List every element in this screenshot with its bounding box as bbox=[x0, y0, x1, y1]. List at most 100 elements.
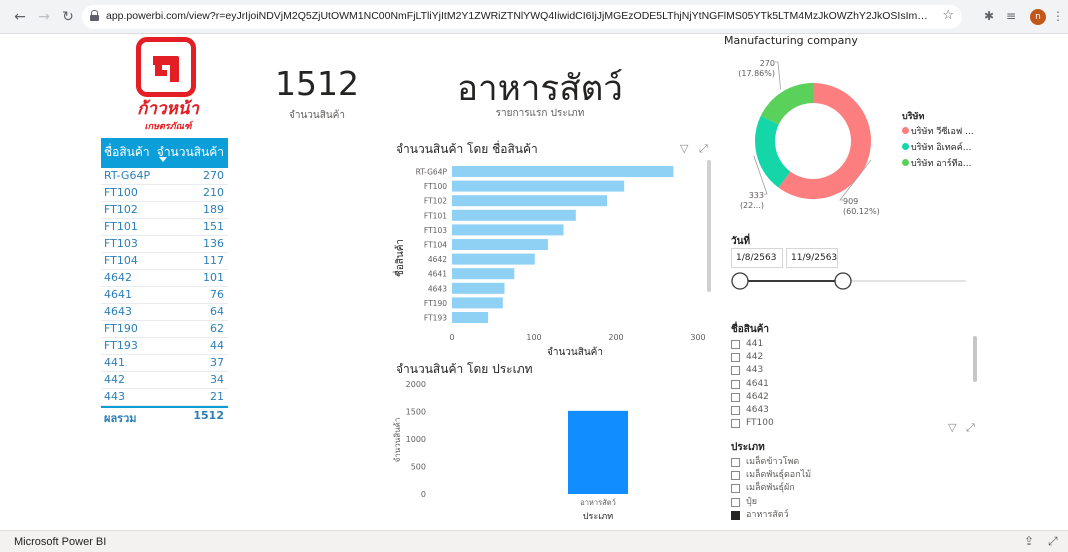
slice-percent-label: (17.86%) bbox=[738, 69, 775, 78]
checkbox[interactable] bbox=[731, 366, 740, 376]
bar[interactable] bbox=[452, 297, 503, 309]
slicer-item[interactable]: 443 bbox=[731, 364, 774, 377]
bar[interactable] bbox=[452, 239, 548, 250]
reading-list-icon[interactable]: ≡ bbox=[1006, 9, 1016, 23]
slicer-focus-icon[interactable]: ⤢ bbox=[966, 421, 975, 435]
slice-percent-label: (60.12%) bbox=[843, 207, 880, 216]
table-row[interactable]: RT-G64P 270 bbox=[101, 168, 228, 185]
table-row[interactable]: 4642 101 bbox=[101, 270, 228, 287]
legend-item[interactable]: บริษัท อิเทคค์... bbox=[902, 140, 971, 154]
bookmark-star-icon[interactable]: ☆ bbox=[942, 8, 954, 23]
checkbox[interactable] bbox=[731, 353, 740, 363]
legend-item[interactable]: บริษัท วีซีเอฟ ... bbox=[902, 124, 974, 138]
checkbox[interactable] bbox=[731, 471, 740, 481]
cell-count: 101 bbox=[203, 271, 224, 284]
column-header-product[interactable]: ชื่อสินค้า bbox=[104, 143, 150, 162]
reload-icon[interactable]: ↻ bbox=[60, 9, 76, 25]
checkbox[interactable] bbox=[731, 405, 740, 415]
table-row[interactable]: FT103 136 bbox=[101, 236, 228, 253]
slicer-item[interactable]: 442 bbox=[731, 351, 774, 364]
date-range-slider[interactable] bbox=[728, 270, 970, 292]
slicer-item-label: 442 bbox=[746, 352, 764, 363]
table-row[interactable]: FT100 210 bbox=[101, 185, 228, 202]
cell-product: RT-G64P bbox=[104, 169, 151, 182]
table-row[interactable]: FT193 44 bbox=[101, 338, 228, 355]
category-label: 4642 bbox=[428, 255, 447, 264]
table-row[interactable]: 4641 76 bbox=[101, 287, 228, 304]
checkbox[interactable] bbox=[731, 419, 740, 429]
checkbox[interactable] bbox=[731, 484, 740, 494]
legend-item[interactable]: บริษัท อาร์ทีอ... bbox=[902, 156, 972, 170]
slicer-item[interactable]: ปุ๋ย bbox=[731, 496, 811, 509]
bar-chart[interactable]: RT-G64P FT100 FT102 FT101 FT103 FT104 4642 4641… bbox=[390, 158, 720, 362]
logo-text-main: ก้าวหน้า bbox=[137, 99, 199, 119]
forward-arrow-icon[interactable]: → bbox=[36, 9, 52, 25]
fullscreen-icon[interactable]: ⤢ bbox=[1048, 534, 1058, 549]
checkbox[interactable] bbox=[731, 340, 740, 349]
back-arrow-icon[interactable]: ← bbox=[12, 9, 28, 25]
bar[interactable] bbox=[452, 209, 576, 221]
cell-product: FT100 bbox=[104, 186, 138, 199]
logo-text-sub: เกษตรภัณฑ์ bbox=[144, 122, 192, 132]
table-row[interactable]: FT190 62 bbox=[101, 321, 228, 338]
checkbox[interactable] bbox=[731, 379, 740, 389]
slider-end-handle[interactable] bbox=[834, 272, 852, 290]
slicer-item[interactable]: เมล็ดข้าวโพด bbox=[731, 456, 811, 469]
date-end-input[interactable]: 11/9/2563 bbox=[786, 248, 838, 268]
checkbox[interactable] bbox=[731, 458, 740, 467]
donut-slice[interactable] bbox=[755, 115, 791, 188]
url-text[interactable]: app.powerbi.com/view?r=eyJrIjoiNDVjM2Q5Z… bbox=[106, 10, 936, 22]
slicer-item[interactable]: เมล็ดพันธุ์ดอกไม้ bbox=[731, 469, 811, 482]
bar[interactable] bbox=[452, 268, 515, 280]
table-row[interactable]: 441 37 bbox=[101, 355, 228, 372]
slicer-item[interactable]: อาหารสัตว์ bbox=[731, 509, 811, 522]
slicer-filter-icon[interactable]: ▽ bbox=[948, 421, 956, 434]
donut-slice[interactable] bbox=[760, 83, 813, 125]
bar[interactable] bbox=[452, 166, 674, 177]
table-row[interactable]: 443 21 bbox=[101, 389, 228, 406]
product-slicer-scrollbar[interactable] bbox=[973, 336, 977, 382]
kpi-value: 1512 bbox=[275, 64, 359, 103]
category-label: FT100 bbox=[424, 182, 447, 191]
bar[interactable] bbox=[452, 312, 489, 323]
slicer-item[interactable]: FT100 bbox=[731, 417, 774, 430]
bar[interactable] bbox=[452, 282, 505, 294]
donut-chart[interactable]: 909(60.12%) 333(22...) 270(17.86%) bbox=[720, 52, 900, 216]
date-start-input[interactable]: 1/8/2563 bbox=[731, 248, 783, 268]
extensions-puzzle-icon[interactable]: ✱ bbox=[984, 9, 994, 23]
slicer-item[interactable]: 4643 bbox=[731, 404, 774, 417]
filter-icon[interactable]: ▽ bbox=[680, 142, 688, 155]
checkbox[interactable] bbox=[731, 497, 740, 507]
bar[interactable] bbox=[452, 180, 625, 192]
address-bar[interactable]: app.powerbi.com/view?r=eyJrIjoiNDVjM2Q5Z… bbox=[82, 5, 962, 29]
table-row[interactable]: FT101 151 bbox=[101, 219, 228, 236]
table-row[interactable]: FT104 117 bbox=[101, 253, 228, 270]
bar[interactable] bbox=[452, 253, 535, 265]
bar[interactable] bbox=[452, 224, 564, 236]
slicer-item[interactable]: 4641 bbox=[731, 378, 774, 391]
column-chart[interactable]: 0 500 1000 1500 2000 อาหารสัตว์ประเภท จำนวนสิน… bbox=[390, 376, 710, 526]
sort-descending-icon[interactable] bbox=[159, 157, 167, 162]
slicer-item-label: เมล็ดพันธุ์ผัก bbox=[746, 483, 795, 494]
profile-avatar[interactable]: n bbox=[1030, 9, 1046, 25]
checkbox[interactable] bbox=[731, 510, 740, 520]
table-row[interactable]: 442 34 bbox=[101, 372, 228, 389]
focus-mode-icon[interactable]: ⤢ bbox=[699, 142, 708, 156]
share-icon[interactable]: ⇪ bbox=[1024, 534, 1034, 548]
slice-value-label: 270 bbox=[760, 59, 775, 68]
slicer-item[interactable]: 4642 bbox=[731, 391, 774, 404]
column-bar[interactable] bbox=[568, 410, 628, 494]
slice-percent-label: (22...) bbox=[740, 201, 764, 210]
bar[interactable] bbox=[452, 195, 607, 207]
slicer-item-label: เมล็ดข้าวโพด bbox=[746, 457, 800, 467]
table-row[interactable]: FT102 189 bbox=[101, 202, 228, 219]
more-menu-icon[interactable]: ⋮ bbox=[1052, 9, 1064, 23]
slider-start-handle[interactable] bbox=[731, 272, 749, 290]
slicer-item[interactable]: เมล็ดพันธุ์ผัก bbox=[731, 482, 811, 495]
cell-count: 151 bbox=[203, 220, 224, 233]
slicer-item[interactable]: 441 bbox=[731, 338, 774, 351]
checkbox[interactable] bbox=[731, 392, 740, 402]
bar-chart-scrollbar[interactable] bbox=[707, 160, 711, 292]
table-row[interactable]: 4643 64 bbox=[101, 304, 228, 321]
legend-swatch bbox=[902, 159, 909, 166]
